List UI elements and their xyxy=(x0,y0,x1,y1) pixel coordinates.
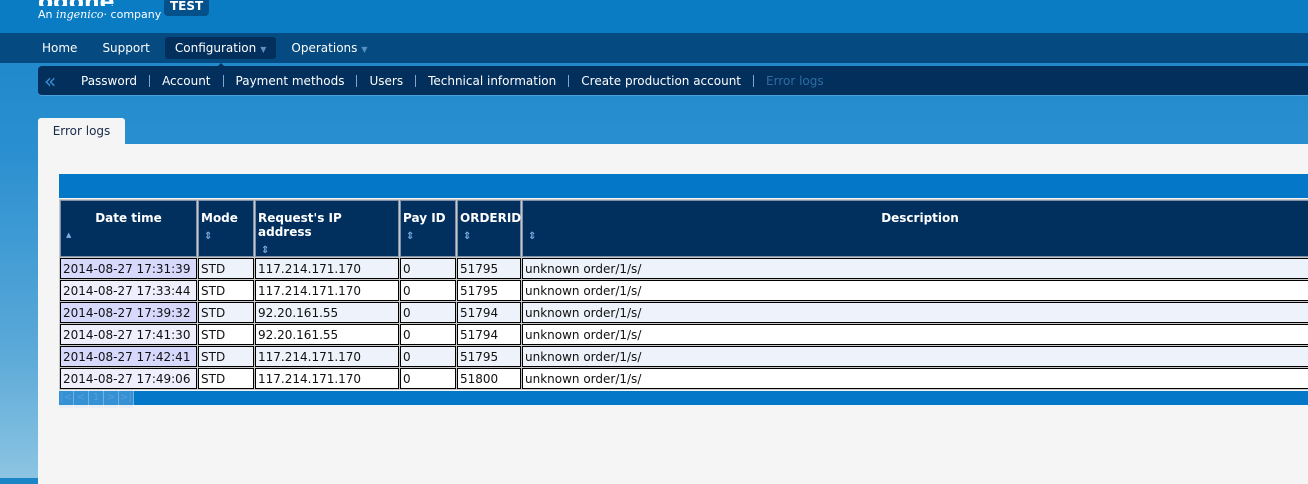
table-cell: 2014-08-27 17:33:44 xyxy=(60,280,197,301)
table-cell: STD xyxy=(198,280,254,301)
sort-icon[interactable]: ⇕ xyxy=(460,231,518,242)
chevron-down-icon: ▼ xyxy=(260,45,267,54)
table-cell: 117.214.171.170 xyxy=(255,346,399,367)
page-number[interactable]: 1 xyxy=(89,390,104,408)
table-cell: 117.214.171.170 xyxy=(255,368,399,389)
table-cell: unknown order/1/s/ xyxy=(522,258,1308,279)
sort-asc-icon[interactable]: ▲ xyxy=(63,231,194,239)
table-row[interactable]: 2014-08-27 17:41:30 STD 92.20.161.55 0 51794… xyxy=(60,324,1308,345)
nav-support[interactable]: Support xyxy=(92,37,159,59)
subnav-error-logs[interactable]: Error logs xyxy=(753,74,836,87)
error-log-table: Date time ▲ Mode ⇕ Request's IP address ⇕ Pay … xyxy=(59,199,1308,390)
nav-configuration[interactable]: Configuration ▼ xyxy=(164,37,277,67)
table-cell: STD xyxy=(198,258,254,279)
table-cell: 117.214.171.170 xyxy=(255,258,399,279)
env-badge: TEST xyxy=(164,0,210,16)
table-row[interactable]: 2014-08-27 17:49:06 STD 117.214.171.170 0 51… xyxy=(60,368,1308,389)
column-header[interactable]: ORDERID ⇕ xyxy=(457,200,521,257)
table-cell: 51794 xyxy=(457,324,521,345)
subnav-payment-methods[interactable]: Payment methods xyxy=(222,74,357,87)
table-row[interactable]: 2014-08-27 17:39:32 STD 92.20.161.55 0 51794… xyxy=(60,302,1308,323)
subnav-create-production-account[interactable]: Create production account xyxy=(568,74,753,87)
sort-icon[interactable]: ⇕ xyxy=(258,245,396,256)
subnav-account[interactable]: Account xyxy=(149,74,222,87)
logo: ogone An ingenico· company xyxy=(38,0,162,21)
table-cell: 0 xyxy=(400,324,456,345)
subnav-technical-information[interactable]: Technical information xyxy=(415,74,568,87)
main-nav: Home Support Configuration ▼ Operations ▼ xyxy=(0,33,1308,67)
sub-nav: « Password Account Payment methods Users… xyxy=(38,66,1308,96)
table-cell: 51795 xyxy=(457,258,521,279)
column-header[interactable]: Request's IP address ⇕ xyxy=(255,200,399,257)
column-header[interactable]: Mode ⇕ xyxy=(198,200,254,257)
table-cell: unknown order/1/s/ xyxy=(522,324,1308,345)
table-cell: 0 xyxy=(400,346,456,367)
table-toolbar xyxy=(59,174,1308,198)
table-row[interactable]: 2014-08-27 17:33:44 STD 117.214.171.170 0 51… xyxy=(60,280,1308,301)
table-cell: 0 xyxy=(400,258,456,279)
table-cell: 2014-08-27 17:41:30 xyxy=(60,324,197,345)
table-cell: 92.20.161.55 xyxy=(255,324,399,345)
sort-icon[interactable]: ⇕ xyxy=(201,231,251,242)
first-page-button[interactable]: |< xyxy=(59,390,74,408)
table-cell: 0 xyxy=(400,368,456,389)
sort-icon[interactable]: ⇕ xyxy=(403,231,453,242)
pager: |< < 1 > >| xyxy=(59,390,134,408)
table-cell: 117.214.171.170 xyxy=(255,280,399,301)
last-page-button[interactable]: >| xyxy=(119,390,134,408)
table-cell: STD xyxy=(198,346,254,367)
table-cell: unknown order/1/s/ xyxy=(522,368,1308,389)
next-page-button[interactable]: > xyxy=(104,390,119,408)
table-cell: unknown order/1/s/ xyxy=(522,280,1308,301)
table-cell: 92.20.161.55 xyxy=(255,302,399,323)
table-cell: 2014-08-27 17:49:06 xyxy=(60,368,197,389)
table-cell: 51795 xyxy=(457,346,521,367)
prev-page-button[interactable]: < xyxy=(74,390,89,408)
table-row[interactable]: 2014-08-27 17:31:39 STD 117.214.171.170 0 51… xyxy=(60,258,1308,279)
subnav-users[interactable]: Users xyxy=(356,74,415,87)
double-chevron-left-icon[interactable]: « xyxy=(38,69,78,93)
table-cell: STD xyxy=(198,324,254,345)
table-cell: 51794 xyxy=(457,302,521,323)
column-header[interactable]: Description ⇕ xyxy=(522,200,1308,257)
table-cell: STD xyxy=(198,368,254,389)
nav-operations[interactable]: Operations ▼ xyxy=(281,37,377,59)
table-cell: 51795 xyxy=(457,280,521,301)
table-cell: unknown order/1/s/ xyxy=(522,302,1308,323)
table-cell: 2014-08-27 17:31:39 xyxy=(60,258,197,279)
table-cell: 51800 xyxy=(457,368,521,389)
table-row[interactable]: 2014-08-27 17:42:41 STD 117.214.171.170 0 51… xyxy=(60,346,1308,367)
column-header[interactable]: Pay ID ⇕ xyxy=(400,200,456,257)
table-cell: 0 xyxy=(400,280,456,301)
table-cell: 0 xyxy=(400,302,456,323)
nav-home[interactable]: Home xyxy=(32,37,87,59)
column-header[interactable]: Date time ▲ xyxy=(60,200,197,257)
table-cell: STD xyxy=(198,302,254,323)
tab-error-logs[interactable]: Error logs xyxy=(38,118,125,144)
table-cell: 2014-08-27 17:39:32 xyxy=(60,302,197,323)
chevron-down-icon: ▼ xyxy=(361,45,368,54)
pager-bar xyxy=(59,391,1308,405)
subnav-password[interactable]: Password xyxy=(78,75,149,87)
top-banner: ogone An ingenico· company TEST xyxy=(0,0,1308,33)
table-cell: unknown order/1/s/ xyxy=(522,346,1308,367)
table-cell: 2014-08-27 17:42:41 xyxy=(60,346,197,367)
sort-icon[interactable]: ⇕ xyxy=(525,231,1308,242)
